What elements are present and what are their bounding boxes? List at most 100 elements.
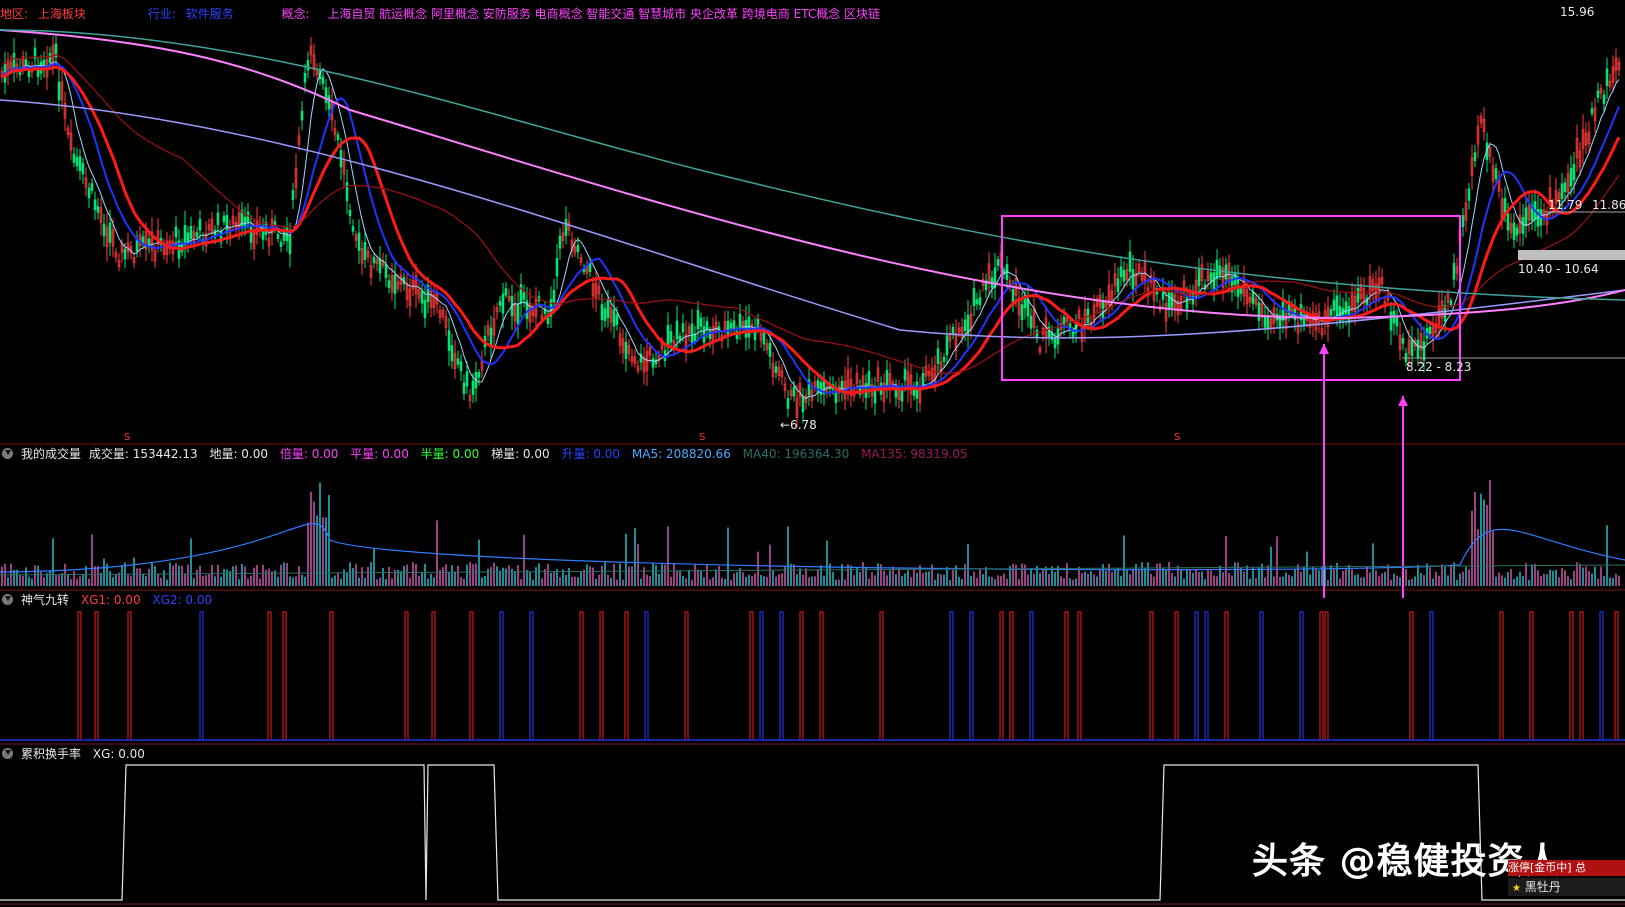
nine-turn-signal-red — [799, 611, 804, 740]
price-candle-body — [1449, 300, 1453, 306]
price-candle-body — [174, 226, 178, 238]
price-candle-body — [1212, 272, 1216, 290]
price-candle-body — [732, 320, 736, 330]
price-candle-body — [393, 274, 397, 294]
price-candle-body — [225, 215, 229, 233]
price-candle-body — [975, 299, 979, 305]
price-candle-body — [903, 368, 907, 381]
price-candle-body — [216, 212, 220, 226]
price-candle-body — [1563, 182, 1567, 193]
pane-collapse-icon[interactable] — [2, 448, 13, 459]
volume-ma5-line — [0, 522, 1625, 573]
price-candle-body — [1026, 299, 1030, 317]
half-volume: 半量: 0.00 — [420, 447, 480, 461]
price-candle-body — [81, 163, 85, 175]
price-candle-body — [498, 301, 502, 306]
rise-volume: 升量: 0.00 — [561, 447, 621, 461]
price-candle-body — [1263, 315, 1267, 328]
region-value[interactable]: 上海板块 — [38, 7, 86, 21]
price-candle-body — [1515, 227, 1519, 236]
price-candle-body — [552, 289, 556, 303]
price-candle-body — [666, 325, 670, 346]
price-candle-body — [1266, 315, 1270, 329]
price-candle-body — [363, 242, 367, 260]
nine-turn-signal-blue — [1299, 611, 1304, 740]
pane-collapse-icon[interactable] — [2, 594, 13, 605]
price-candle-body — [96, 206, 100, 213]
sell-signal-marker: S — [1174, 432, 1181, 443]
price-candle-body — [699, 317, 703, 327]
limit-up-tag[interactable]: 涨停[金币中] 总 — [1508, 860, 1625, 876]
price-candle-body — [867, 371, 871, 389]
stock-name-tag[interactable]: ★ 黑牡丹 — [1508, 878, 1625, 896]
volume-ma40: MA40: 196364.30 — [742, 447, 850, 461]
volume-ma5: MA5: 208820.66 — [631, 447, 731, 461]
price-candle-body — [729, 323, 733, 329]
price-candle-body — [300, 110, 304, 121]
price-candle-body — [1329, 309, 1333, 316]
price-candle-body — [372, 256, 376, 264]
nine-turn-signal-red — [1009, 611, 1014, 740]
price-candle-body — [198, 219, 202, 231]
watermark-text: 头条 @稳健投资人 — [1252, 841, 1562, 882]
price-candle-body — [351, 226, 355, 232]
range-label-upper: 10.40 - 10.64 — [1518, 262, 1599, 276]
price-candle-body — [963, 319, 967, 331]
price-candle-body — [279, 241, 283, 247]
price-candle-body — [108, 222, 112, 243]
price-candle-body — [447, 330, 451, 351]
price-candle-body — [516, 304, 520, 325]
price-candle-body — [222, 215, 226, 223]
price-candle-body — [1428, 326, 1432, 334]
turnover-title: 累积换手率 — [21, 747, 82, 761]
price-candle-body — [48, 53, 52, 63]
price-candle-body — [1467, 188, 1471, 201]
star-icon: ★ — [1512, 883, 1521, 894]
price-candle-body — [951, 326, 955, 335]
nine-turn-signal-red — [1077, 611, 1082, 740]
price-candle-body — [1209, 272, 1213, 283]
price-candle-body — [801, 395, 805, 413]
price-candle-body — [423, 300, 427, 319]
price-candle-body — [768, 343, 772, 357]
price-candle-body — [24, 59, 28, 66]
price-candle-body — [555, 258, 559, 277]
price-candle-body — [1239, 288, 1243, 294]
nine-turn-signal-red — [127, 611, 132, 740]
price-candle-body — [762, 333, 766, 345]
nine-turn-signal-blue — [1204, 611, 1209, 740]
price-candle-body — [450, 345, 454, 362]
price-candle-body — [564, 218, 568, 236]
price-candle-body — [669, 331, 673, 343]
price-candle-body — [387, 280, 391, 288]
price-candle-body — [1524, 207, 1528, 226]
industry-value[interactable]: 软件服务 — [186, 7, 234, 21]
nine-turn-signal-blue — [644, 611, 649, 740]
price-candle-body — [522, 292, 526, 300]
price-candle-body — [612, 309, 616, 327]
price-candle-body — [1197, 268, 1201, 287]
industry-label: 行业: — [147, 7, 176, 21]
concept-list[interactable]: 上海自贸 航运概念 阿里概念 安防服务 电商概念 智能交通 智慧城市 央企改革 … — [327, 7, 880, 21]
price-candle-body — [87, 187, 91, 199]
price-candle-body — [1461, 215, 1465, 227]
price-candle-body — [1122, 269, 1126, 282]
price-candle-body — [456, 358, 460, 365]
price-candle-body — [1020, 304, 1024, 321]
price-candle-body — [1473, 152, 1477, 162]
price-candle-body — [996, 259, 1000, 266]
nine-turn-signal-red — [1579, 611, 1584, 740]
price-candle-body — [681, 323, 685, 333]
price-candle-body — [102, 223, 106, 237]
price-candle-body — [465, 371, 469, 387]
price-candle-body — [306, 60, 310, 71]
price-candle-body — [624, 341, 628, 359]
nine-turn-signal-blue — [199, 611, 204, 740]
nine-turn-signal-red — [329, 611, 334, 740]
nine-turn-title: 神气九转 — [21, 593, 70, 607]
ma-line-darkred — [1, 54, 1620, 374]
nine-turn-signal-red — [1319, 611, 1324, 740]
nine-turn-signal-red — [1174, 611, 1179, 740]
price-candle-body — [1128, 251, 1132, 272]
pane-collapse-icon[interactable] — [2, 748, 13, 759]
